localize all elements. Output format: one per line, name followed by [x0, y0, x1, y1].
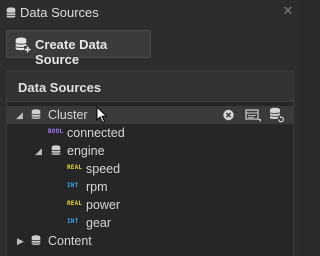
window-title: Data Sources [20, 5, 99, 20]
tree-item-label: power [86, 198, 121, 212]
collapse-arrow-icon[interactable]: ◢ [16, 109, 24, 121]
tree-item-speed[interactable]: REAL speed [7, 160, 293, 178]
clear-icon[interactable] [222, 106, 235, 124]
tree-item-connected[interactable]: BOOL connected [7, 124, 293, 142]
int-type-icon: INT [67, 218, 79, 225]
collapse-arrow-icon[interactable]: ◢ [35, 145, 43, 157]
int-type-icon: INT [67, 182, 79, 189]
tree-item-label: rpm [86, 180, 108, 194]
tree-item-label: speed [86, 162, 121, 176]
tree-item-label: Cluster [48, 108, 88, 122]
data-sources-window: Data Sources ✕ Create Data Source Data S… [0, 0, 300, 256]
tree-item-cluster[interactable]: ◢ Cluster [7, 106, 293, 124]
tree-item-rpm[interactable]: INT rpm [7, 178, 293, 196]
data-grid-icon[interactable] [245, 106, 261, 124]
tree-item-label: Content [48, 234, 92, 248]
data-sources-panel: Data Sources ◢ Cluster BOOL connected ◢ … [6, 70, 294, 256]
database-icon [31, 109, 41, 123]
database-icon [51, 145, 61, 159]
bool-type-icon: BOOL [48, 128, 64, 135]
panel-title: Data Sources [18, 80, 102, 95]
tree-item-content[interactable]: ▶ Content [7, 232, 293, 250]
tree-item-label: gear [86, 216, 112, 230]
expand-arrow-icon[interactable]: ▶ [17, 235, 25, 247]
tree-item-label: engine [67, 144, 105, 158]
panel-header: Data Sources [7, 71, 293, 102]
database-add-icon [15, 37, 31, 56]
mouse-pointer-icon [96, 105, 108, 127]
close-icon[interactable]: ✕ [281, 4, 295, 18]
database-icon [6, 7, 16, 22]
real-type-icon: REAL [67, 200, 83, 207]
tree-item-power[interactable]: REAL power [7, 196, 293, 214]
tree-item-engine[interactable]: ◢ engine [7, 142, 293, 160]
tree-item-gear[interactable]: INT gear [7, 214, 293, 232]
tree-item-label: connected [67, 126, 125, 140]
real-type-icon: REAL [67, 164, 83, 171]
title-bar: Data Sources ✕ [0, 0, 300, 26]
database-refresh-icon[interactable] [269, 106, 285, 124]
create-data-source-button[interactable]: Create Data Source [6, 30, 151, 67]
database-icon [31, 235, 41, 249]
create-data-source-label: Create Data Source [35, 37, 108, 67]
